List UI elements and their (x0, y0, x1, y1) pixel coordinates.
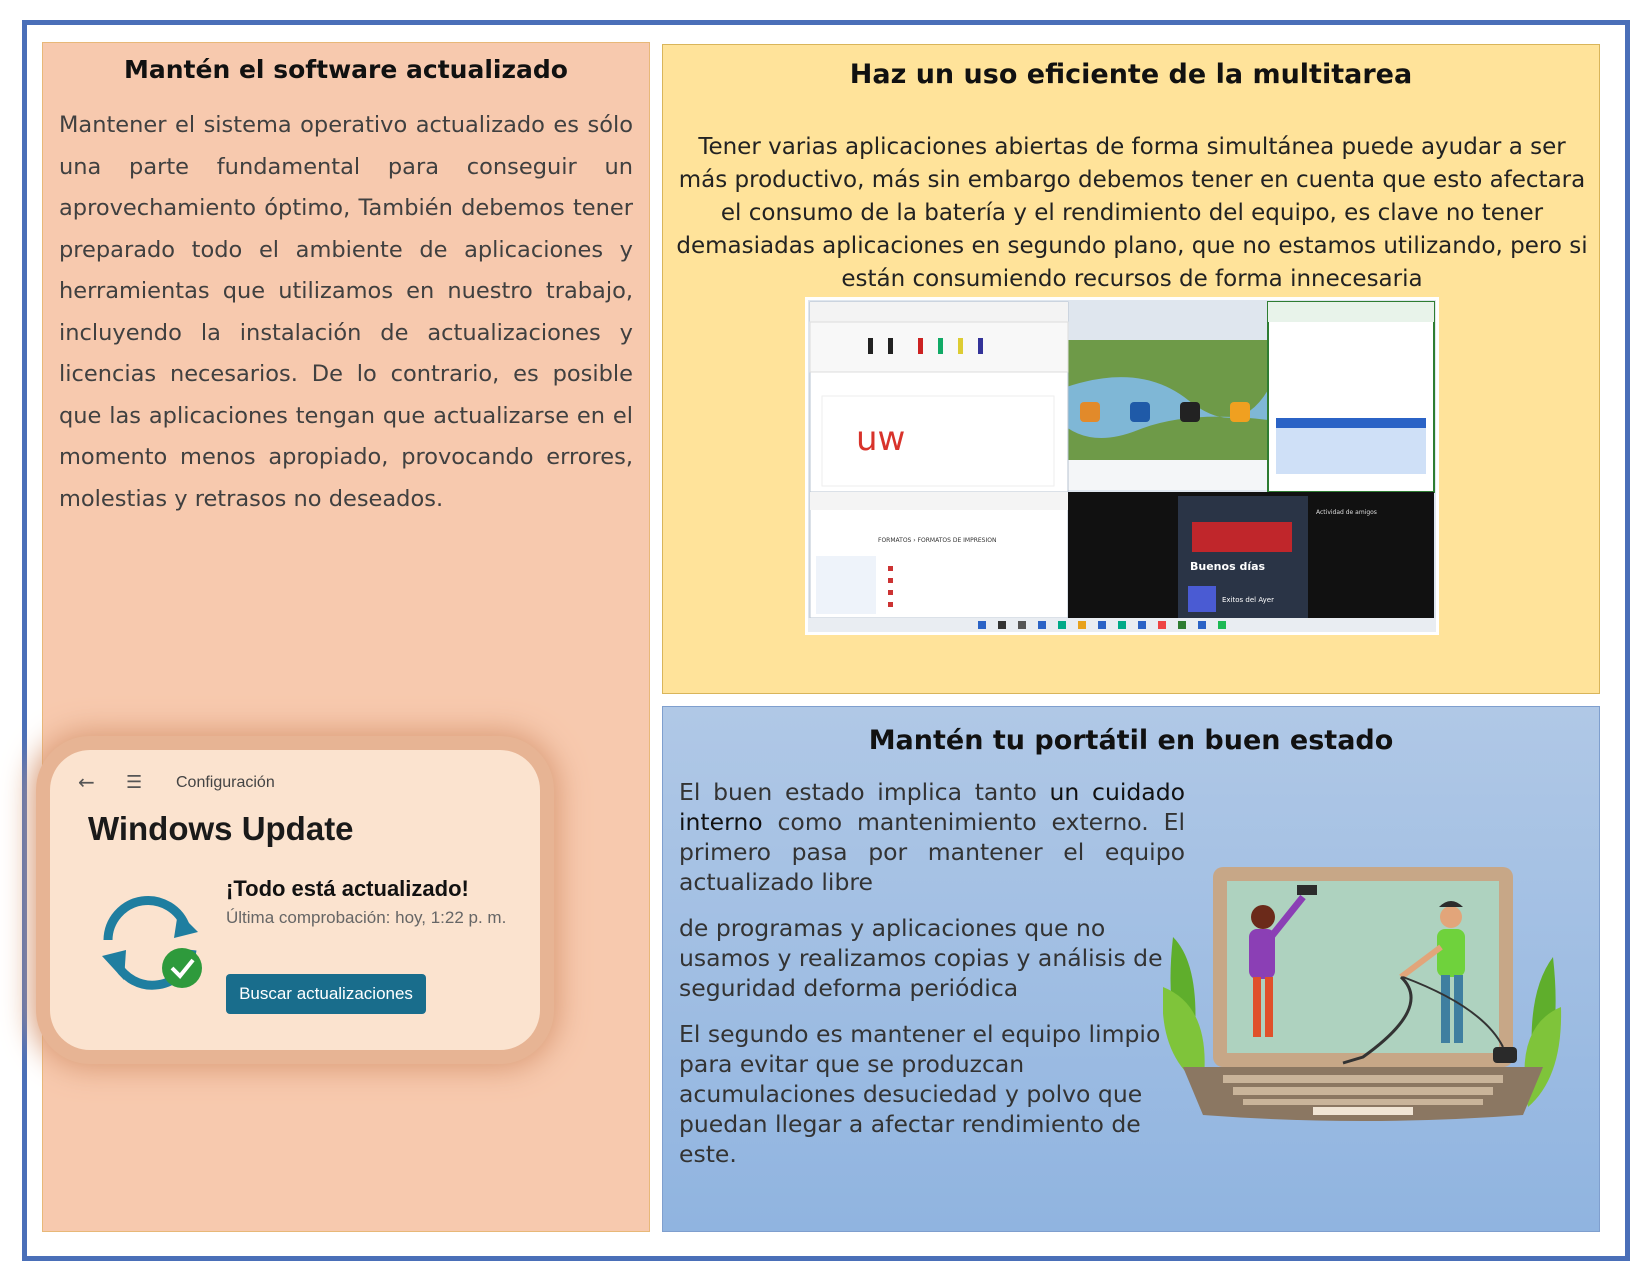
software-heading: Mantén el software actualizado (124, 55, 568, 84)
multitask-screenshot: uw FORMATOS › FORMATOS DE IMPRESION Buen… (805, 297, 1439, 635)
laptop-paragraph-1: El buen estado implica tanto un cuidado … (679, 777, 1185, 897)
music-greeting: Buenos días (1190, 560, 1266, 573)
back-arrow-icon[interactable]: ← (78, 770, 95, 794)
menu-icon[interactable]: ☰ (126, 772, 142, 793)
windows-update-card: ← ☰ Configuración Windows Update ¡Todo e… (50, 750, 540, 1050)
ink-text: uw (856, 419, 905, 459)
laptop-heading: Mantén tu portátil en buen estado (868, 725, 1394, 756)
laptop-cleaning-illustration (1163, 867, 1562, 1121)
check-updates-button[interactable]: Buscar actualizaciones (226, 974, 426, 1014)
explorer-path: FORMATOS › FORMATOS DE IMPRESION (878, 537, 996, 544)
laptop-paragraph-2: de programas y aplicaciones que no usamo… (679, 914, 1163, 1002)
multitask-desktop-illustration: uw FORMATOS › FORMATOS DE IMPRESION Buen… (808, 300, 1436, 632)
laptop-body: El buen estado implica tanto un cuidado … (679, 777, 1185, 1185)
sync-check-icon (102, 895, 202, 990)
settings-breadcrumb: Configuración (176, 774, 275, 791)
last-check-text: Última comprobación: hoy, 1:22 p. m. (226, 908, 507, 927)
software-panel: Mantén el software actualizado Mantener … (42, 42, 650, 1232)
p1-text-a: El buen estado implica tanto (679, 778, 1050, 806)
laptop-care-panel: Mantén tu portátil en buen estado El bue… (662, 706, 1600, 1232)
laptop-paragraph-3: El segundo es mantener el equipo limpio … (679, 1020, 1161, 1168)
multitask-panel: Haz un uso eficiente de la multitarea Te… (662, 44, 1600, 694)
multitask-body: Tener varias aplicaciones abiertas de fo… (676, 134, 1588, 292)
music-list: Exitos del Ayer (1222, 596, 1274, 604)
multitask-heading: Haz un uso eficiente de la multitarea (849, 59, 1413, 90)
windows-update-title: Windows Update (88, 810, 354, 847)
update-status: ¡Todo está actualizado! (226, 876, 469, 901)
software-body: Mantener el sistema operativo actualizad… (59, 112, 633, 512)
music-activity: Actividad de amigos (1316, 509, 1377, 516)
